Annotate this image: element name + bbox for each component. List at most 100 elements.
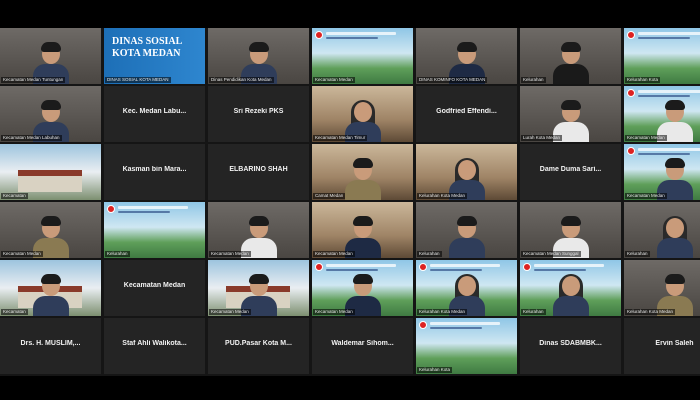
participant-name-label: Kelurahan Kota Medan [417,309,468,315]
participant-tile[interactable]: Kecamatan Medan [312,260,413,316]
participant-name-label: Kecamatan Medan [209,251,251,257]
participant-tile[interactable]: Kelurahan Kota [416,318,517,374]
participant-video [656,214,693,258]
participant-tile[interactable]: Lurah Kota Medan [520,86,621,142]
banner-graphic [430,269,482,271]
participant-tile[interactable]: Camat Medan [312,144,413,200]
participant-tile[interactable]: Dame Duma Sari... [520,144,621,200]
participant-tile[interactable]: Kecamatan Medan [624,144,700,200]
participant-name: Kec. Medan Labu... [122,108,187,115]
participant-tile[interactable]: Kelurahan [104,202,205,258]
participant-tile[interactable]: Kecamatan Medan [624,86,700,142]
participant-tile[interactable]: Kasman bin Mara... [104,144,205,200]
banner-graphic [118,211,170,213]
participant-tile[interactable]: Dinas SDABMBK... [520,318,621,374]
pemko-logo-icon [627,147,635,155]
participant-video [344,156,381,200]
participant-video [32,272,69,316]
participant-tile[interactable]: Dinas Pendidikan Kota Medan [208,28,309,84]
participant-tile[interactable]: ELBARINO SHAH [208,144,309,200]
participant-tile[interactable]: Kelurahan [416,202,517,258]
pemko-logo-icon [419,321,427,329]
participant-name: Ervin Saleh [655,340,694,347]
banner-graphic [326,269,378,271]
participant-tile[interactable]: Kelurahan [520,28,621,84]
participant-name: Sri Rezeki PKS [233,108,284,115]
participant-tile[interactable]: Kelurahan Kota Medan [624,260,700,316]
participant-video [552,272,589,316]
participant-video [552,40,589,84]
participant-tile[interactable]: Kecamatan Medan Tuntungan [0,28,101,84]
participant-tile[interactable]: Kelurahan Kota Medan [416,144,517,200]
banner-graphic [638,90,700,93]
participant-name-label: Kelurahan Kota Medan [417,193,468,199]
banner-graphic [638,153,690,155]
pemko-logo-icon [315,31,323,39]
participant-name-label: Kecamatan Medan [313,251,355,257]
participant-name: ELBARINO SHAH [229,166,288,173]
participant-tile[interactable]: Kelurahan [520,260,621,316]
participant-tile[interactable]: Kecamatan Medan Sunggal [520,202,621,258]
participant-name-label: Dinas Pendidikan Kota Medan [209,77,274,83]
video-gallery: Kecamatan Medan Tuntungan DINAS SOSIAL KO… [0,28,700,376]
participant-name-label: Kelurahan Kota [625,77,661,83]
pemko-logo-icon [315,263,323,271]
participant-tile[interactable]: PUD.Pasar Kota M... [208,318,309,374]
participant-name-label: Kecamatan [1,193,28,199]
participant-name-label: Kelurahan Kota [417,367,453,373]
participant-tile[interactable]: Kec. Medan Labu... [104,86,205,142]
banner-graphic [326,32,396,35]
participant-name: Kasman bin Mara... [122,166,187,173]
participant-tile[interactable]: Ervin Saleh [624,318,700,374]
participant-tile[interactable]: DINAS SOSIAL KOTA MEDAN DINAS SOSIAL KOTA… [104,28,205,84]
pemko-logo-icon [627,31,635,39]
participant-tile[interactable]: Sri Rezeki PKS [208,86,309,142]
participant-name-label: Kecamatan Medan Labuhan [1,135,62,141]
participant-tile[interactable]: Staf Ahli Walikota... [104,318,205,374]
participant-tile[interactable]: Waldemar Sihom... [312,318,413,374]
participant-video [448,214,485,258]
participant-name-label: Kecamatan Medan [209,309,251,315]
participant-name: Dinas SDABMBK... [539,340,602,347]
participant-name-label: Kelurahan [625,251,650,257]
participant-tile[interactable]: Kecamatan [0,260,101,316]
participant-tile[interactable]: Kecamatan Medan [312,28,413,84]
participant-name-label: Kecamatan Medan [313,77,355,83]
participant-tile[interactable]: Kelurahan Kota [624,28,700,84]
banner-graphic [430,327,482,329]
participant-tile[interactable]: Kecamatan Medan [104,260,205,316]
banner-graphic [430,322,500,325]
participant-name-label: Kecamatan Medan [625,135,667,141]
participant-tile[interactable]: Kelurahan Kota Medan [416,260,517,316]
participant-name: Drs. H. MUSLIM,... [20,340,81,347]
participant-tile[interactable]: Kelurahan [624,202,700,258]
banner-graphic [638,32,700,35]
participant-name-label: Kecamatan [1,309,28,315]
participant-tile[interactable]: Kecamatan Medan [208,202,309,258]
participant-name-label: Lurah Kota Medan [521,135,563,141]
participant-tile[interactable]: Kecamatan Medan Labuhan [0,86,101,142]
participant-name-label: Kelurahan [417,251,442,257]
participant-tile[interactable]: Drs. H. MUSLIM,... [0,318,101,374]
virtual-background-title: DINAS SOSIAL KOTA MEDAN [112,36,182,59]
participant-tile[interactable]: Kecamatan Medan [312,202,413,258]
participant-name-label: Kecamatan Medan [313,309,355,315]
banner-graphic [118,206,188,209]
banner-graphic [638,37,690,39]
participant-name-label: Kecamatan Medan Timur [313,135,368,141]
participant-name: PUD.Pasar Kota M... [225,340,292,347]
participant-name: Kecamatan Medan [123,282,186,289]
banner-graphic [534,269,586,271]
participant-tile[interactable]: Kecamatan Medan [0,202,101,258]
pemko-logo-icon [627,89,635,97]
participant-name: Waldemar Sihom... [331,340,394,347]
participant-tile[interactable]: Godfried Effendi... [416,86,517,142]
office-building-image [18,170,82,192]
participant-tile[interactable]: Kecamatan Medan Timur [312,86,413,142]
participant-tile[interactable]: Kecamatan [0,144,101,200]
participant-name-label: DINAS KOMINFO KOTA MEDAN [417,77,488,83]
pemko-logo-icon [523,263,531,271]
banner-graphic [430,264,500,267]
participant-tile[interactable]: DINAS KOMINFO KOTA MEDAN [416,28,517,84]
participant-tile[interactable]: Kecamatan Medan [208,260,309,316]
